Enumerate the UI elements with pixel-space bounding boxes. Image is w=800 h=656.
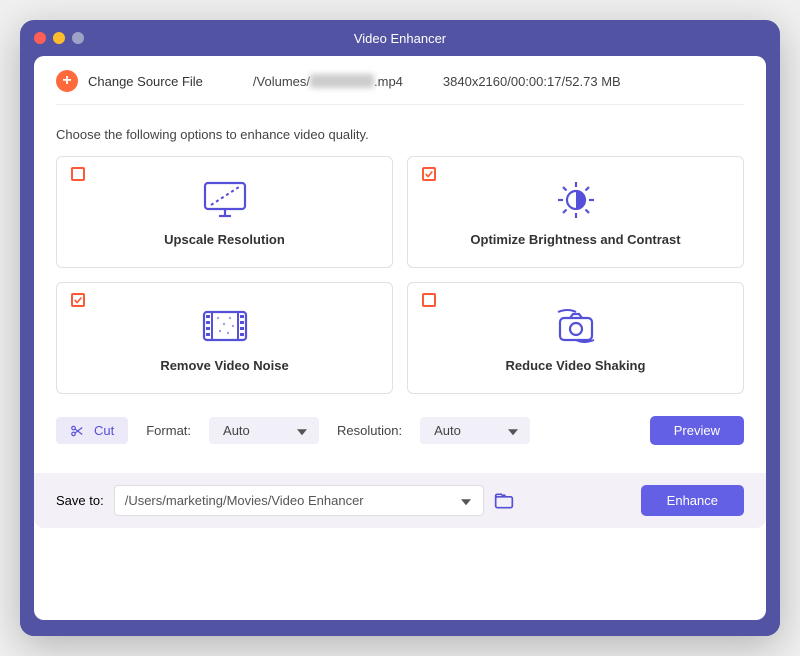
open-folder-icon[interactable] [494, 492, 514, 510]
source-meta: 3840x2160/00:00:17/52.73 MB [443, 74, 621, 89]
resolution-select[interactable]: Auto [420, 417, 530, 444]
camera-shake-icon [548, 304, 604, 348]
cut-label: Cut [94, 423, 114, 438]
resolution-value: Auto [434, 423, 461, 438]
app-window: Video Enhancer + Change Source File /Vol… [20, 20, 780, 636]
minimize-window-button[interactable] [53, 32, 65, 44]
scissors-icon [70, 424, 84, 438]
card-title: Remove Video Noise [160, 358, 288, 373]
card-upscale-resolution[interactable]: Upscale Resolution [56, 156, 393, 268]
format-select[interactable]: Auto [209, 417, 319, 444]
source-path: /Volumes/ .mp4 [253, 74, 403, 89]
traffic-lights [20, 32, 84, 44]
card-title: Optimize Brightness and Contrast [470, 232, 680, 247]
source-path-suffix: .mp4 [374, 74, 403, 89]
resolution-label: Resolution: [337, 423, 402, 438]
sun-icon [550, 178, 602, 222]
add-icon[interactable]: + [56, 70, 78, 92]
save-to-label: Save to: [56, 493, 104, 508]
save-path-value: /Users/marketing/Movies/Video Enhancer [125, 493, 364, 508]
card-reduce-shaking[interactable]: Reduce Video Shaking [407, 282, 744, 394]
enhance-label: Enhance [667, 493, 718, 508]
format-value: Auto [223, 423, 250, 438]
cut-button[interactable]: Cut [56, 417, 128, 444]
card-brightness-contrast[interactable]: Optimize Brightness and Contrast [407, 156, 744, 268]
window-body: + Change Source File /Volumes/ .mp4 3840… [20, 56, 780, 636]
maximize-window-button[interactable] [72, 32, 84, 44]
checkbox-noise[interactable] [71, 293, 85, 307]
change-source-button[interactable]: Change Source File [88, 74, 203, 89]
monitor-icon [199, 178, 251, 222]
close-window-button[interactable] [34, 32, 46, 44]
source-path-prefix: /Volumes/ [253, 74, 310, 89]
footer-row: Save to: /Users/marketing/Movies/Video E… [34, 473, 766, 528]
source-row: + Change Source File /Volumes/ .mp4 3840… [56, 70, 744, 105]
preview-button[interactable]: Preview [650, 416, 744, 445]
main-panel: + Change Source File /Volumes/ .mp4 3840… [34, 56, 766, 620]
source-path-redacted [310, 74, 374, 88]
window-title: Video Enhancer [20, 31, 780, 46]
checkbox-upscale[interactable] [71, 167, 85, 181]
format-label: Format: [146, 423, 191, 438]
card-title: Reduce Video Shaking [506, 358, 646, 373]
card-title: Upscale Resolution [164, 232, 285, 247]
controls-row: Cut Format: Auto Resolution: Auto Previe… [56, 416, 744, 445]
card-remove-noise[interactable]: Remove Video Noise [56, 282, 393, 394]
titlebar: Video Enhancer [20, 20, 780, 56]
save-path-select[interactable]: /Users/marketing/Movies/Video Enhancer [114, 485, 484, 516]
film-icon [198, 304, 252, 348]
preview-label: Preview [674, 423, 720, 438]
option-grid: Upscale Resolution [56, 156, 744, 394]
instruction-text: Choose the following options to enhance … [56, 127, 744, 142]
enhance-button[interactable]: Enhance [641, 485, 744, 516]
checkbox-brightness[interactable] [422, 167, 436, 181]
checkbox-shake[interactable] [422, 293, 436, 307]
